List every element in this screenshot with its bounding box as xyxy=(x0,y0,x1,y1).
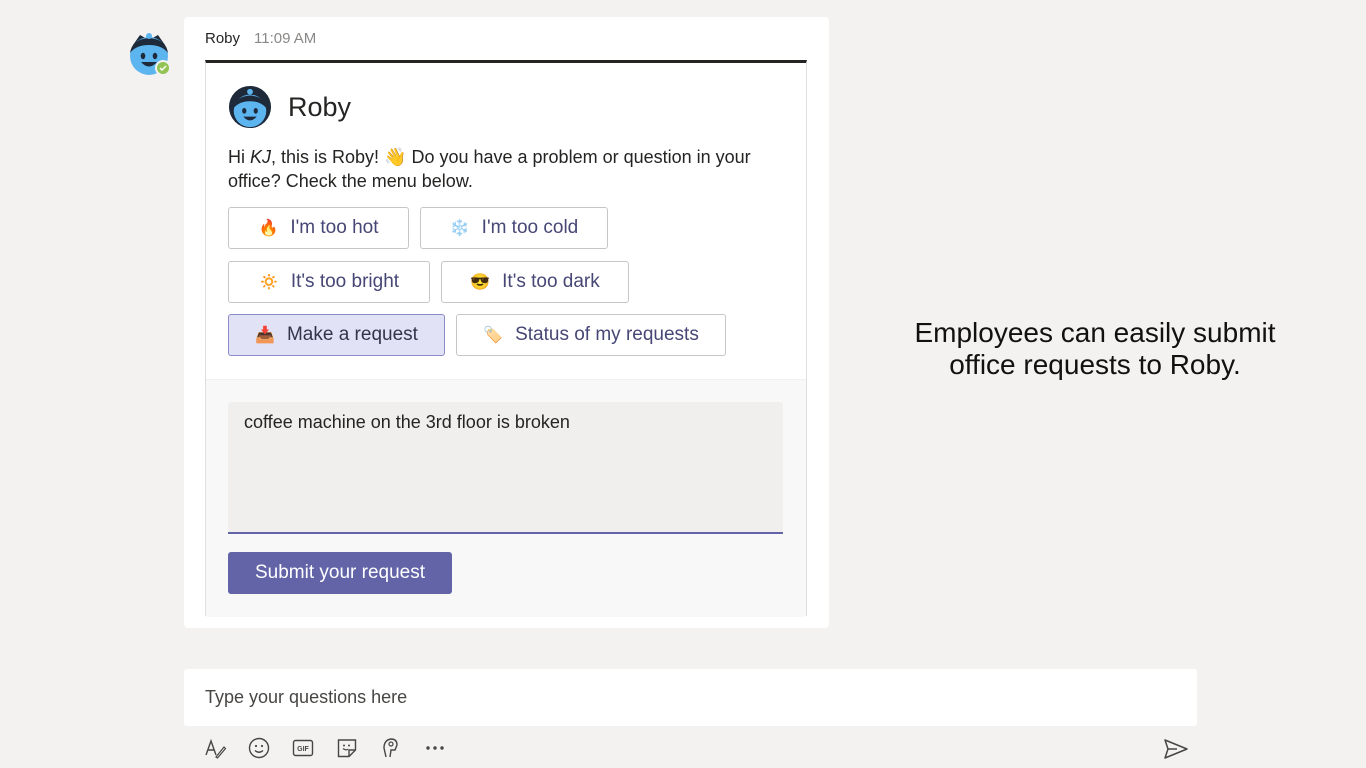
fire-icon: 🔥 xyxy=(258,220,279,237)
inbox-icon: 📥 xyxy=(255,327,275,344)
too-bright-label: It's too bright xyxy=(290,271,400,292)
intro-prefix: Hi xyxy=(228,147,250,167)
card-bot-avatar xyxy=(228,85,272,129)
request-textarea[interactable]: coffee machine on the 3rd floor is broke… xyxy=(228,402,783,534)
too-hot-label: I'm too hot xyxy=(290,217,379,238)
send-icon[interactable] xyxy=(1163,737,1189,761)
too-hot-button[interactable]: 🔥 I'm too hot xyxy=(228,207,409,249)
intro-text: Hi KJ, this is Roby! 👋 Do you have a pro… xyxy=(228,145,788,193)
praise-icon[interactable] xyxy=(379,736,403,760)
request-form: coffee machine on the 3rd floor is broke… xyxy=(206,379,806,617)
message-author: Roby xyxy=(205,30,241,47)
too-dark-button[interactable]: 😎 It's too dark xyxy=(441,261,629,303)
emoji-icon[interactable] xyxy=(247,736,271,760)
submit-request-button[interactable]: Submit your request xyxy=(228,552,452,594)
intro-name: KJ xyxy=(250,147,272,167)
snowflake-icon: ❄️ xyxy=(449,220,470,237)
card-header: Roby xyxy=(228,85,351,129)
sunglasses-icon: 😎 xyxy=(470,274,491,291)
status-requests-label: Status of my requests xyxy=(515,324,699,345)
adaptive-card: Roby Hi KJ, this is Roby! 👋 Do you have … xyxy=(205,60,807,617)
too-cold-button[interactable]: ❄️ I'm too cold xyxy=(420,207,608,249)
online-status-icon xyxy=(155,60,171,76)
bot-message: Roby 11:09 AM Roby Hi KJ, this is Roby! … xyxy=(184,17,829,628)
sun-icon: 🔅 xyxy=(258,274,279,291)
compose-toolbar: GIF xyxy=(203,736,447,760)
caption-text: Employees can easily submit office reque… xyxy=(914,317,1276,380)
card-title: Roby xyxy=(288,91,352,122)
status-requests-button[interactable]: 🏷️ Status of my requests xyxy=(456,314,726,356)
intro-suffix: , this is Roby! 👋 Do you have a problem … xyxy=(228,147,751,191)
more-icon[interactable] xyxy=(423,736,447,760)
message-time: 11:09 AM xyxy=(254,30,317,47)
make-request-label: Make a request xyxy=(286,324,418,345)
too-dark-label: It's too dark xyxy=(502,271,600,292)
message-header: Roby 11:09 AM xyxy=(205,30,316,47)
gif-icon[interactable]: GIF xyxy=(291,736,315,760)
format-icon[interactable] xyxy=(203,736,227,760)
too-bright-button[interactable]: 🔅 It's too bright xyxy=(228,261,430,303)
svg-text:GIF: GIF xyxy=(297,746,309,753)
too-cold-label: I'm too cold xyxy=(481,217,579,238)
tag-icon: 🏷️ xyxy=(483,327,504,344)
compose-input[interactable]: Type your questions here xyxy=(184,669,1197,726)
sticker-icon[interactable] xyxy=(335,736,359,760)
make-request-button[interactable]: 📥 Make a request xyxy=(228,314,445,356)
